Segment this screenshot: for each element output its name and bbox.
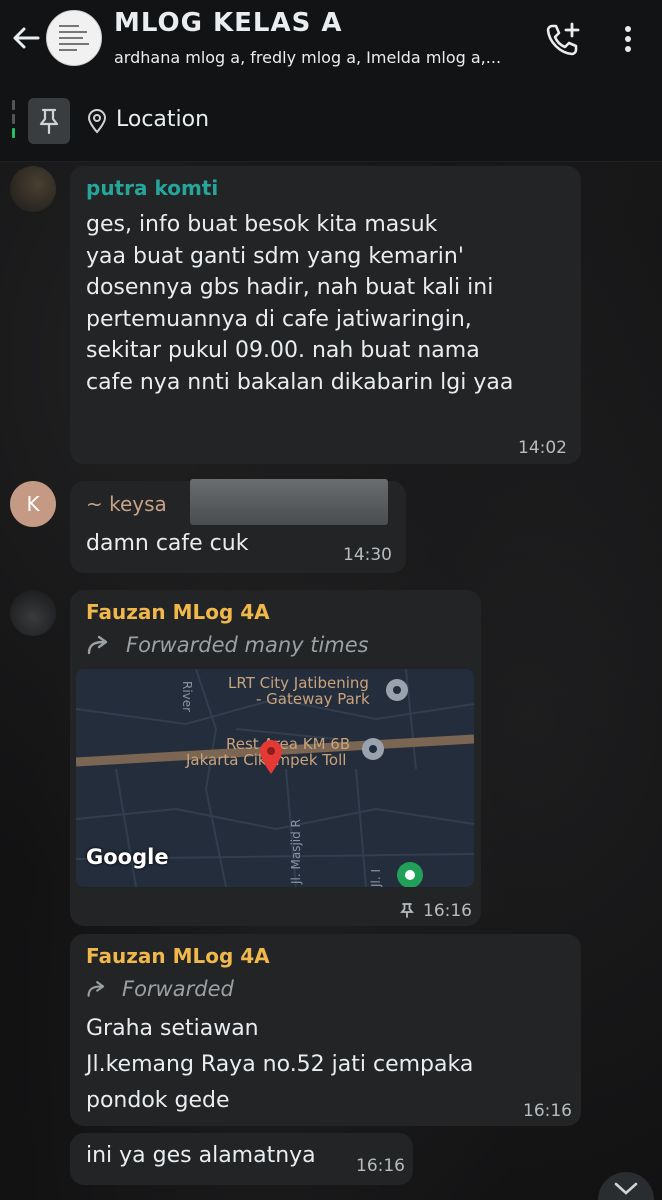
map-poi-icon bbox=[386, 679, 408, 701]
message-time: 16:16 bbox=[356, 1156, 405, 1176]
sender-name[interactable]: putra komti bbox=[86, 176, 218, 200]
message-text: ges, info buat besok kita masuk yaa buat… bbox=[86, 212, 514, 395]
add-call-icon[interactable] bbox=[544, 20, 582, 58]
message-text: Graha setiawan Jl.kemang Raya no.52 jati… bbox=[86, 1016, 474, 1113]
map-label: Jl. I bbox=[369, 868, 383, 887]
message-time: 16:16 bbox=[423, 901, 472, 921]
map-pin-icon bbox=[260, 740, 282, 774]
sender-name[interactable]: Fauzan MLog 4A bbox=[86, 600, 270, 624]
map-label: River bbox=[180, 681, 194, 713]
sender-name[interactable]: Fauzan MLog 4A bbox=[86, 944, 270, 968]
message-time: 14:30 bbox=[343, 545, 392, 565]
redacted-phone bbox=[190, 479, 388, 525]
forwarded-label: Forwarded bbox=[86, 977, 234, 1001]
chat-participants[interactable]: ardhana mlog a, fredly mlog a, Imelda ml… bbox=[114, 48, 524, 67]
pin-icon[interactable] bbox=[28, 98, 70, 144]
message-time: 14:02 bbox=[518, 438, 567, 458]
message-text: damn cafe cuk bbox=[86, 531, 249, 556]
forwarded-label: Forwarded many times bbox=[86, 633, 369, 657]
pinned-label: Location bbox=[116, 107, 210, 132]
forward-icon bbox=[87, 981, 105, 997]
chat-header: MLOG KELAS A ardhana mlog a, fredly mlog… bbox=[0, 0, 662, 78]
message-text: ini ya ges alamatnya bbox=[86, 1143, 316, 1168]
google-logo: Google bbox=[86, 845, 169, 869]
location-map[interactable]: River LRT City Jatibening - Gateway Park… bbox=[76, 669, 474, 887]
location-pin-icon bbox=[87, 109, 107, 134]
avatar[interactable] bbox=[10, 166, 56, 212]
chat-title[interactable]: MLOG KELAS A bbox=[114, 8, 343, 38]
avatar[interactable]: K bbox=[10, 481, 56, 527]
map-label: - Gateway Park bbox=[256, 690, 370, 708]
avatar-letter: K bbox=[26, 492, 40, 516]
sender-name[interactable]: ~ keysa bbox=[86, 492, 167, 516]
pinned-status-icon bbox=[400, 903, 414, 918]
more-options-icon[interactable] bbox=[616, 22, 640, 56]
map-poi-icon bbox=[397, 862, 423, 887]
message-time: 16:16 bbox=[523, 1101, 572, 1121]
map-label: Jl. Masjid R bbox=[289, 819, 303, 884]
group-avatar[interactable] bbox=[46, 10, 102, 66]
forward-icon bbox=[87, 635, 108, 655]
pinned-indicator bbox=[12, 100, 15, 142]
avatar[interactable] bbox=[10, 590, 56, 636]
back-arrow-icon[interactable] bbox=[10, 22, 42, 54]
map-poi-icon bbox=[362, 738, 384, 760]
chevron-down-icon bbox=[614, 1182, 638, 1195]
